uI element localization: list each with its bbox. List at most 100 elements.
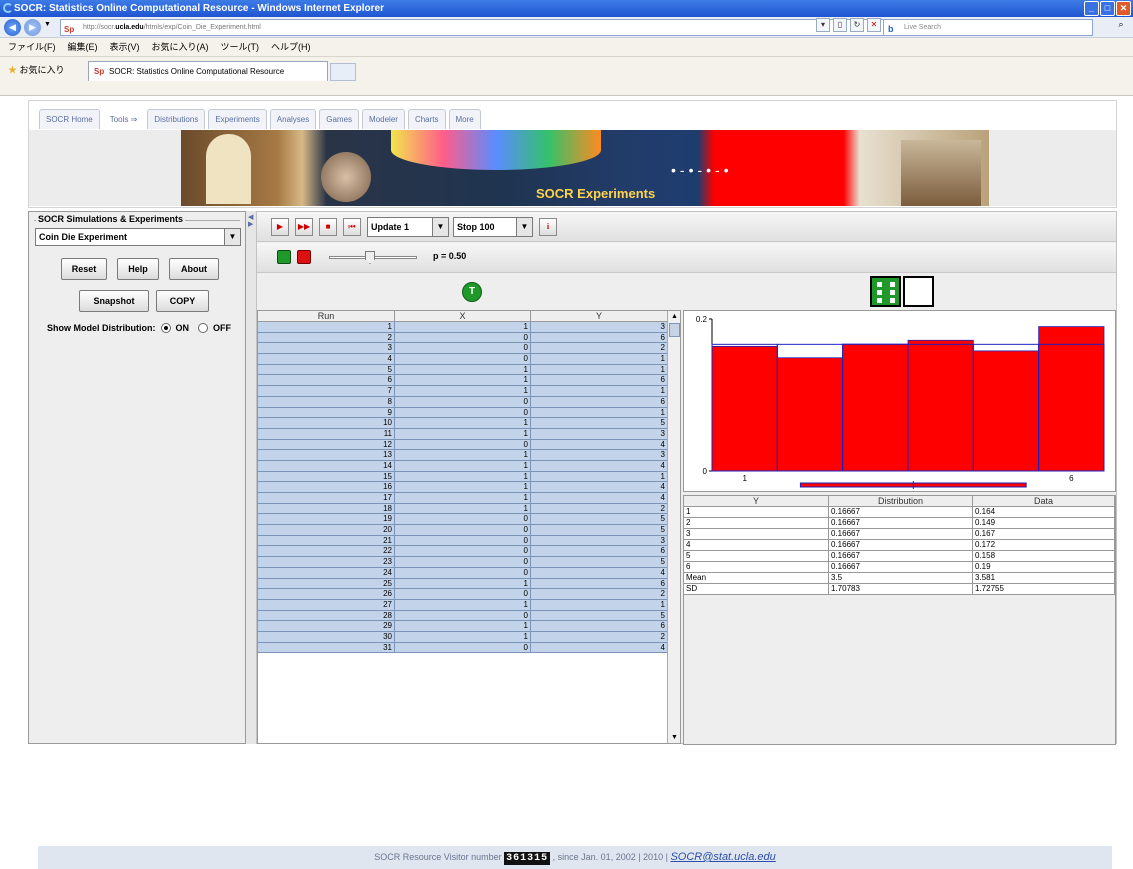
reset-button[interactable]: Reset [61,258,107,280]
tab-charts[interactable]: Charts [407,109,446,129]
menu-file[interactable]: ファイル(F) [8,38,56,56]
table-row[interactable]: 806 [258,396,668,408]
about-button[interactable]: About [169,258,219,280]
table-row[interactable]: 30 1 2 [258,631,668,643]
slider-thumb[interactable] [365,251,375,264]
distribution-cell: 0.16667 [829,529,973,540]
table-row[interactable]: 616 [258,375,668,387]
info-icon[interactable]: i [539,218,557,236]
maximize-button[interactable]: □ [1100,1,1115,16]
tab-more[interactable]: More [448,109,481,129]
update-select[interactable]: Update 1 ▼ [367,217,449,237]
menu-edit[interactable]: 編集(E) [68,38,98,56]
table-row[interactable]: 13 1 3 [258,450,668,461]
table-row[interactable]: 19 0 5 [258,514,668,526]
favorites-label: お気に入り [19,65,65,75]
table-row[interactable]: 15 1 1 [258,471,668,483]
refresh-icon[interactable]: ↻ [850,18,864,32]
p-slider[interactable] [329,251,417,264]
table-row[interactable]: 901 [258,407,668,419]
new-tab-button[interactable] [330,63,356,81]
browser-tab[interactable]: Sp SOCR: Statistics Online Computational… [88,61,328,81]
scroll-down-icon[interactable]: ▼ [669,732,680,743]
menu-favorites[interactable]: お気に入り(A) [152,38,209,56]
table-row[interactable]: 28 0 5 [258,610,668,622]
tab-analyses[interactable]: Analyses [269,109,317,129]
back-button[interactable]: ◀ [4,19,21,36]
favorites-button[interactable]: ★ お気に入り [8,63,65,77]
address-dropdown-icon[interactable]: ▾ [816,18,830,32]
tab-games[interactable]: Games [319,109,360,129]
table-row[interactable]: 14 1 4 [258,460,668,472]
table-row[interactable]: 18 1 2 [258,503,668,515]
splitter-arrow-icon[interactable]: ◀ ▶ [248,214,253,228]
y-cell: 1 [531,386,668,397]
table-row[interactable]: 302 [258,343,668,355]
run-cell: 22 [258,546,395,558]
address-input[interactable]: Sp http://socr.ucla.edu/htmls/exp/Coin_D… [60,19,900,36]
tab-tools[interactable]: Tools ⇒ [102,109,145,129]
green-die-icon[interactable] [277,250,291,264]
table-row[interactable]: 21 0 3 [258,535,668,547]
search-icon[interactable]: ⌕ [1112,19,1130,36]
x-cell: 1 [395,482,531,493]
menu-help[interactable]: ヘルプ(H) [271,38,311,56]
radio-off[interactable] [198,323,208,333]
table-row[interactable]: 401 [258,354,668,365]
run-cell: 13 [258,450,395,461]
step-icon[interactable]: ▶ [271,218,289,236]
tab-experiments[interactable]: Experiments [208,109,267,129]
table-row[interactable]: 11 1 3 [258,428,668,440]
table-row[interactable]: 12 0 4 [258,439,668,451]
table-row[interactable]: 22 0 6 [258,546,668,558]
forward-button[interactable]: ▶ [24,19,41,36]
table-row[interactable]: 23 0 5 [258,557,668,568]
table-row[interactable]: 29 1 6 [258,621,668,632]
run-cell: 25 [258,578,395,590]
y-cell: 3 [531,535,668,547]
radio-on[interactable] [160,323,171,333]
stop-select[interactable]: Stop 100 ▼ [453,217,533,237]
snapshot-button[interactable]: Snapshot [79,290,149,312]
compatibility-icon[interactable]: ▯ [833,18,847,32]
stop-square-icon[interactable]: ■ [319,218,337,236]
table-row[interactable]: 26 0 2 [258,589,668,600]
minimize-button[interactable]: _ [1084,1,1099,16]
copy-button[interactable]: COPY [156,290,209,312]
table-row[interactable]: 27 1 1 [258,599,668,611]
panel-splitter[interactable]: ◀ ▶ [246,211,256,744]
table-row[interactable]: 31 0 4 [258,642,668,654]
reset-icon[interactable]: ⏮ [343,218,361,236]
history-dropdown-icon[interactable]: ▼ [44,21,51,28]
x-cell: 1 [395,375,531,387]
scroll-thumb[interactable] [669,323,680,337]
table-row[interactable]: 511 [258,364,668,376]
table-row[interactable]: 17 1 4 [258,493,668,504]
close-button[interactable]: ✕ [1116,1,1131,16]
menu-tools[interactable]: ツール(T) [221,38,260,56]
distribution-table: Y Distribution Data 1 0.16667 0.164 2 0.1666… [683,495,1116,745]
table-row[interactable]: 711 [258,386,668,397]
red-die-icon[interactable] [297,250,311,264]
footer-email-link[interactable]: SOCR@stat.ucla.edu [670,851,775,863]
help-button[interactable]: Help [117,258,159,280]
tab-socr-home[interactable]: SOCR Home [39,109,100,129]
search-input[interactable]: b Live Search [883,19,1093,36]
table-row[interactable]: 24 0 4 [258,567,668,579]
scroll-up-icon[interactable]: ▲ [669,311,680,322]
table-row[interactable]: 206 [258,332,668,344]
table-row: Mean 3.5 3.581 [684,573,1115,584]
table-row[interactable]: 25 1 6 [258,578,668,590]
table-row[interactable]: 20 0 5 [258,525,668,536]
experiment-select[interactable]: Coin Die Experiment ▼ [35,228,241,246]
stop-icon[interactable]: ✕ [867,18,881,32]
runs-scrollbar[interactable]: ▲ ▼ [667,311,680,743]
run-icon[interactable]: ▶▶ [295,218,313,236]
tab-distributions[interactable]: Distributions [147,109,206,129]
table-row[interactable]: 16 1 4 [258,482,668,493]
tab-modeler[interactable]: Modeler [362,109,405,129]
table-row[interactable]: 10 1 5 [258,418,668,429]
live-search-icon: b [888,24,894,34]
table-row[interactable]: 113 [258,322,668,333]
menu-view[interactable]: 表示(V) [110,38,140,56]
